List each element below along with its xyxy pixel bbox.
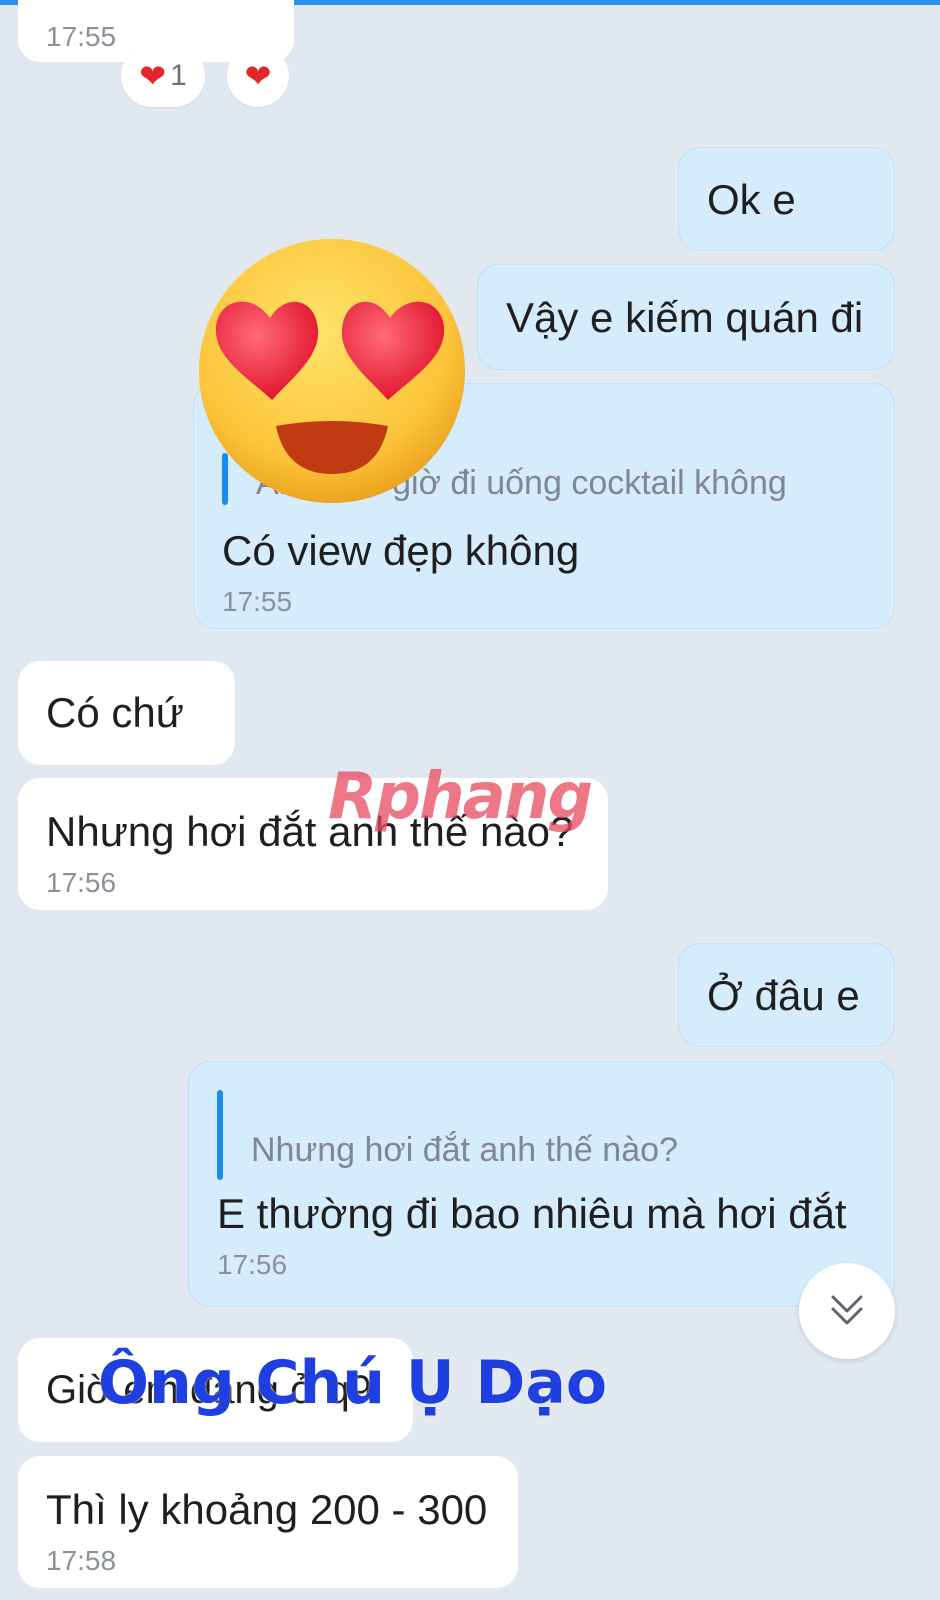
scroll-to-bottom-button[interactable] (799, 1263, 895, 1359)
message-time: 17:56 (217, 1249, 288, 1280)
reaction-heart-button[interactable]: ❤ (227, 45, 289, 107)
caption-overlay: Ông Chú Ụ Dạo (98, 1348, 608, 1418)
message-text: Có chứ (46, 689, 184, 736)
message-bubble-received[interactable]: Có chứ (18, 661, 235, 765)
heart-icon: ❤ (139, 58, 167, 94)
message-bubble-sent-reply[interactable]: Nhưng hơi đắt anh thế nào? E thường đi b… (188, 1061, 895, 1307)
message-bubble-sent[interactable]: Ok e (678, 147, 895, 251)
message-text: E thường đi bao nhiêu mà hơi đắt (217, 1190, 847, 1237)
message-bubble-sent[interactable]: Ở đâu e (678, 943, 895, 1047)
message-time: 17:58 (46, 1545, 117, 1576)
heart-icon: ❤ (244, 58, 272, 94)
reaction-heart-count[interactable]: ❤ 1 (121, 45, 205, 107)
message-text: Ok e (707, 176, 796, 223)
reaction-count: 1 (170, 59, 187, 92)
message-bubble-sent[interactable]: Vậy e kiếm quán đi (477, 264, 895, 370)
message-text: Ở đâu e (707, 972, 860, 1019)
message-time: 17:56 (46, 867, 117, 898)
heart-eyes-emoji (199, 239, 465, 503)
message-bubble-received[interactable]: Thì ly khoảng 200 - 300 17:58 (18, 1456, 518, 1588)
message-text: Thì ly khoảng 200 - 300 (46, 1486, 488, 1533)
message-time: 17:55 (46, 21, 117, 52)
message-text: Vậy e kiếm quán đi (506, 294, 864, 341)
brand-watermark: Rphang (328, 760, 593, 834)
double-chevron-down-icon (831, 1295, 863, 1325)
quote-bar (217, 1090, 223, 1180)
message-text: Có view đẹp không (222, 527, 580, 574)
quoted-message-text[interactable]: Nhưng hơi đắt anh thế nào? (251, 1130, 678, 1170)
message-time: 17:55 (222, 586, 293, 617)
